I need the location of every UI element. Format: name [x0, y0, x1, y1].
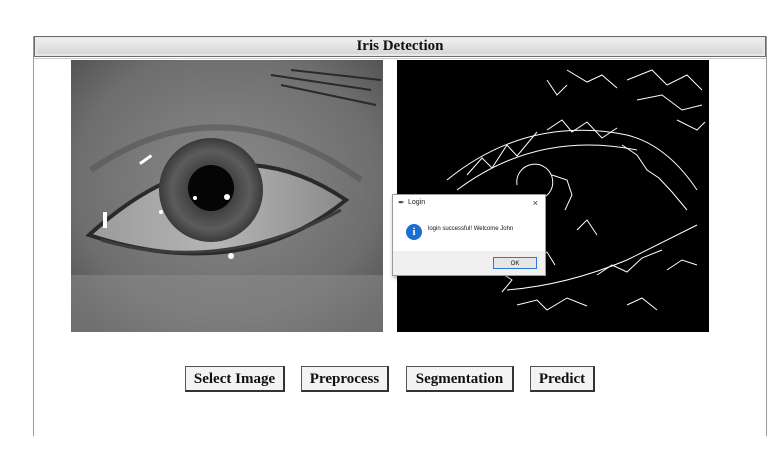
- feather-icon: ✒: [398, 198, 405, 207]
- ok-button[interactable]: OK: [493, 257, 537, 269]
- dialog-titlebar: ✒ Login ×: [393, 195, 545, 211]
- segmentation-button[interactable]: Segmentation: [406, 366, 514, 392]
- eye-photo-graphic: [71, 60, 383, 332]
- dialog-title: Login: [408, 199, 426, 206]
- dialog-message: login successful! Welcome John: [428, 226, 514, 232]
- window-title: Iris Detection: [34, 36, 766, 57]
- preprocess-button[interactable]: Preprocess: [301, 366, 389, 392]
- original-eye-image: [71, 60, 383, 332]
- close-icon[interactable]: ×: [533, 195, 538, 211]
- login-dialog: ✒ Login × i login successful! Welcome Jo…: [392, 194, 546, 276]
- select-image-button[interactable]: Select Image: [185, 366, 285, 392]
- dialog-footer: OK: [393, 251, 545, 275]
- predict-button[interactable]: Predict: [530, 366, 595, 392]
- divider: [34, 58, 766, 59]
- info-icon: i: [406, 224, 422, 240]
- dialog-body: i login successful! Welcome John: [393, 211, 545, 251]
